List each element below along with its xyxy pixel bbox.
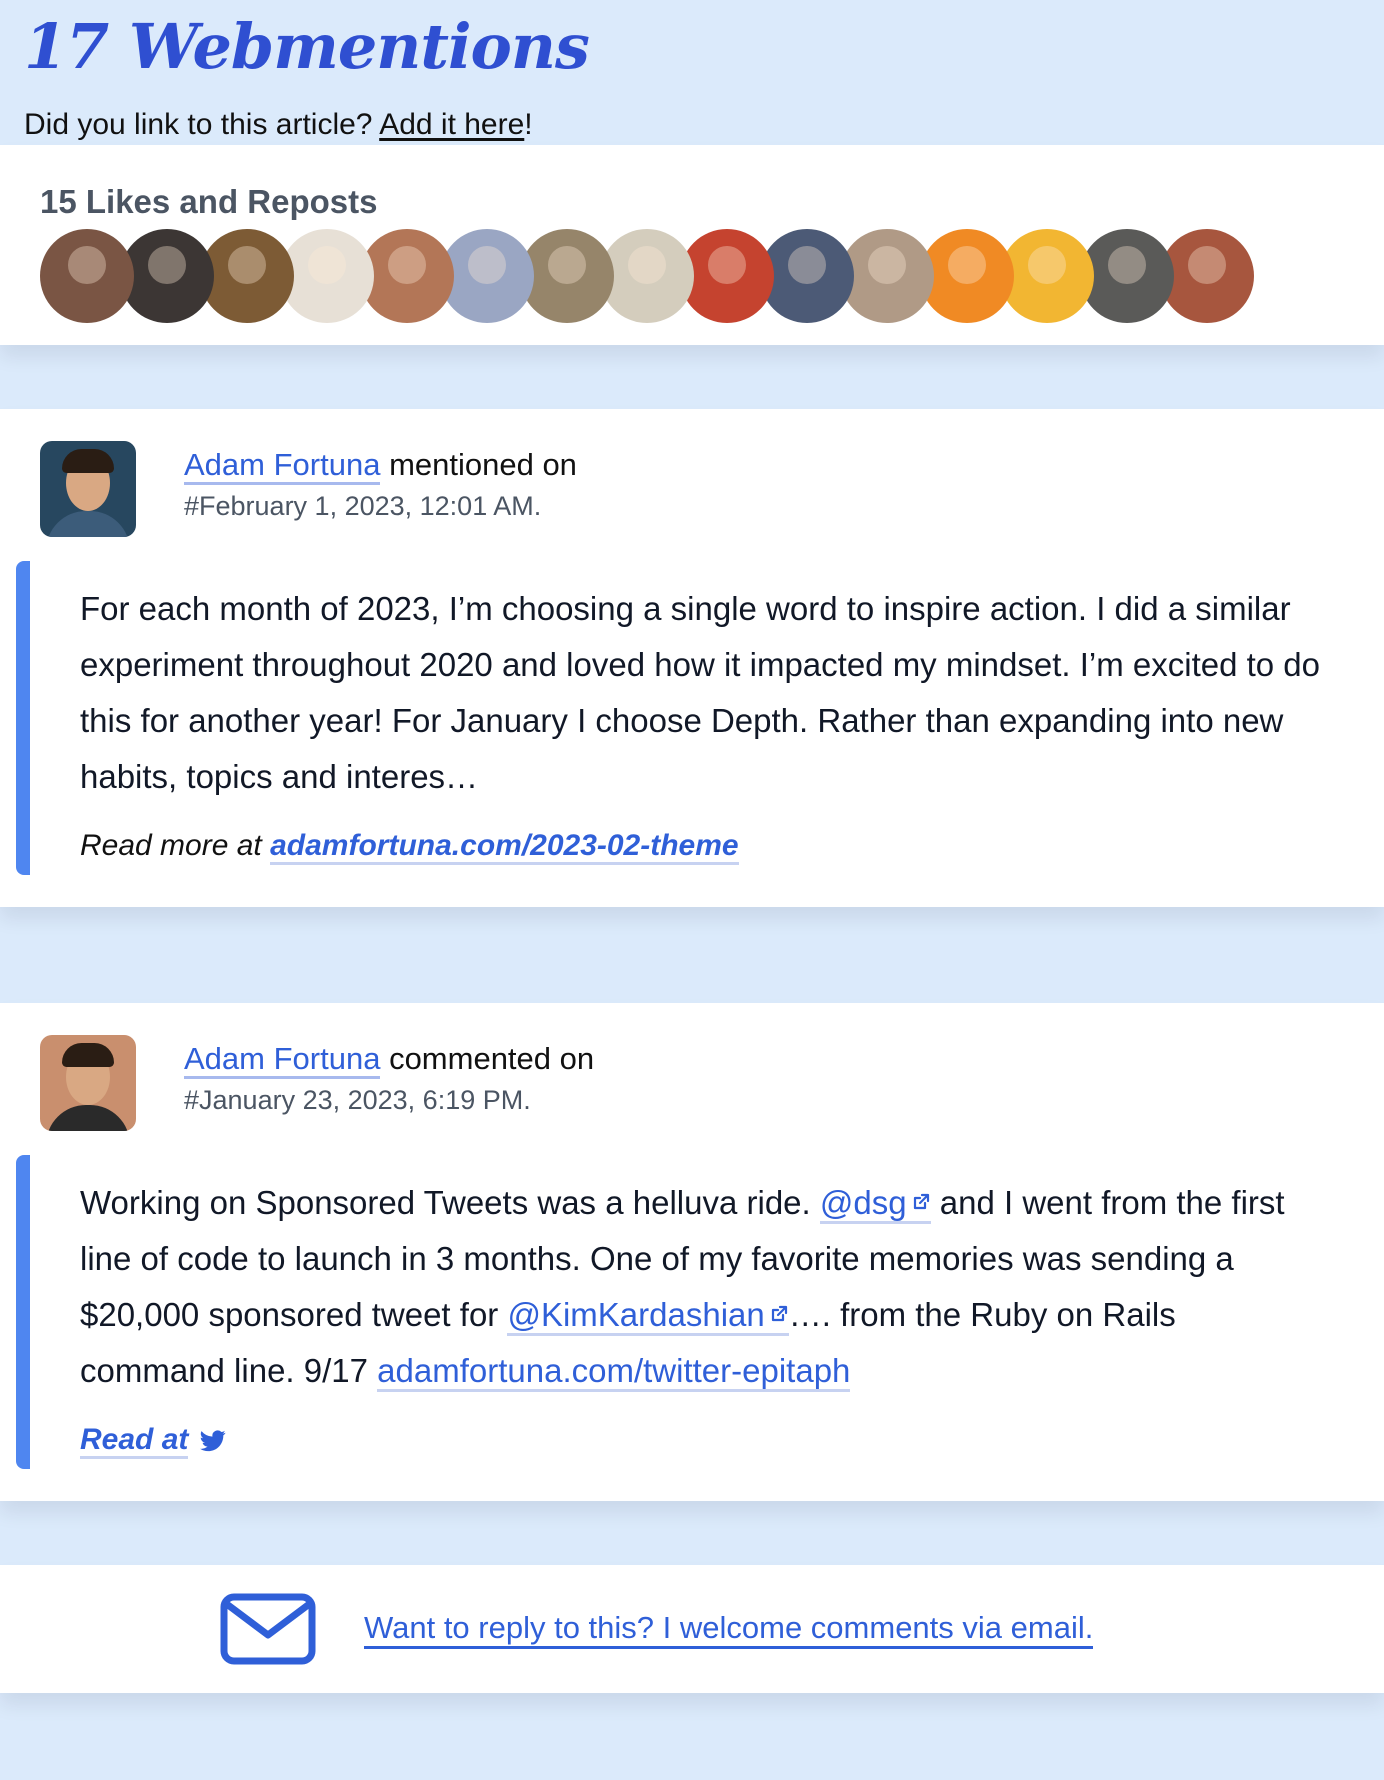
read-at: Read at: [80, 1423, 1324, 1459]
mention-link-kimkardashian[interactable]: @KimKardashian: [507, 1296, 789, 1336]
liker-avatar[interactable]: [360, 229, 454, 323]
author-link[interactable]: Adam Fortuna: [184, 1041, 381, 1079]
add-it-here-link[interactable]: Add it here: [379, 108, 524, 141]
liker-avatar[interactable]: [440, 229, 534, 323]
liker-avatar[interactable]: [1080, 229, 1174, 323]
likes-card: 15 Likes and Reposts: [0, 145, 1384, 345]
liker-avatar[interactable]: [760, 229, 854, 323]
mention-byline: Adam Fortuna commented on: [184, 1041, 595, 1079]
epitaph-link[interactable]: adamfortuna.com/twitter-epitaph: [377, 1352, 851, 1392]
external-link-icon: [771, 1305, 787, 1322]
liker-avatar[interactable]: [600, 229, 694, 323]
liker-avatar[interactable]: [920, 229, 1014, 323]
read-more: Read more at adamfortuna.com/2023-02-the…: [80, 829, 1324, 865]
mention-kim-label: @KimKardashian: [507, 1296, 765, 1333]
mention-link-dsg[interactable]: @dsg: [819, 1184, 931, 1224]
read-more-prefix: Read more at: [80, 829, 262, 862]
webmentions-title: 17 Webmentions: [24, 10, 590, 83]
mention-byline: Adam Fortuna mentioned on: [184, 447, 577, 485]
prompt-text: Did you link to this article?: [24, 108, 373, 142]
mention-dsg-label: @dsg: [819, 1184, 907, 1221]
likes-heading: 15 Likes and Reposts: [40, 183, 378, 220]
author-avatar[interactable]: [40, 441, 136, 537]
add-mention-prompt: Did you link to this article? Add it her…: [24, 108, 1360, 142]
mention-card: Adam Fortuna commented on #January 23, 2…: [0, 1003, 1384, 1501]
email-reply-card: Want to reply to this? I welcome comment…: [0, 1565, 1384, 1693]
liker-avatar[interactable]: [1160, 229, 1254, 323]
prompt-punct: !: [524, 108, 533, 142]
mention-header: Adam Fortuna mentioned on #February 1, 2…: [0, 441, 1384, 537]
liker-avatar[interactable]: [1000, 229, 1094, 323]
read-at-link[interactable]: Read at: [80, 1423, 189, 1459]
body-text: Working on Sponsored Tweets was a helluv…: [80, 1184, 811, 1221]
liker-avatar[interactable]: [680, 229, 774, 323]
twitter-icon[interactable]: [200, 1430, 226, 1452]
liker-avatar[interactable]: [280, 229, 374, 323]
mention-quote: Working on Sponsored Tweets was a helluv…: [16, 1155, 1384, 1469]
mail-icon: [220, 1593, 316, 1665]
webmentions-header: 17 Webmentions Did you link to this arti…: [0, 0, 1384, 145]
mention-card: Adam Fortuna mentioned on #February 1, 2…: [0, 409, 1384, 907]
mention-quote: For each month of 2023, I’m choosing a s…: [16, 561, 1384, 875]
liker-avatar[interactable]: [840, 229, 934, 323]
read-at-label: Read at: [80, 1423, 189, 1456]
liker-avatar[interactable]: [120, 229, 214, 323]
mention-body: For each month of 2023, I’m choosing a s…: [80, 590, 1321, 795]
mention-body: Working on Sponsored Tweets was a helluv…: [80, 1175, 1324, 1399]
mention-meta: Adam Fortuna mentioned on #February 1, 2…: [184, 441, 577, 522]
mention-date[interactable]: #January 23, 2023, 6:19 PM.: [184, 1085, 594, 1116]
email-reply-link[interactable]: Want to reply to this? I welcome comment…: [364, 1610, 1094, 1649]
mention-action: commented on: [389, 1041, 595, 1076]
mention-action: mentioned on: [389, 447, 577, 482]
author-link[interactable]: Adam Fortuna: [184, 447, 381, 485]
liker-avatar[interactable]: [520, 229, 614, 323]
likes-avatar-list: [40, 229, 1344, 323]
liker-avatar[interactable]: [200, 229, 294, 323]
mention-date[interactable]: #February 1, 2023, 12:01 AM.: [184, 491, 577, 522]
mention-meta: Adam Fortuna commented on #January 23, 2…: [184, 1035, 594, 1116]
external-link-icon: [913, 1193, 929, 1210]
mention-header: Adam Fortuna commented on #January 23, 2…: [0, 1035, 1384, 1131]
read-more-link[interactable]: adamfortuna.com/2023-02-theme: [270, 829, 739, 865]
liker-avatar[interactable]: [40, 229, 134, 323]
author-avatar[interactable]: [40, 1035, 136, 1131]
